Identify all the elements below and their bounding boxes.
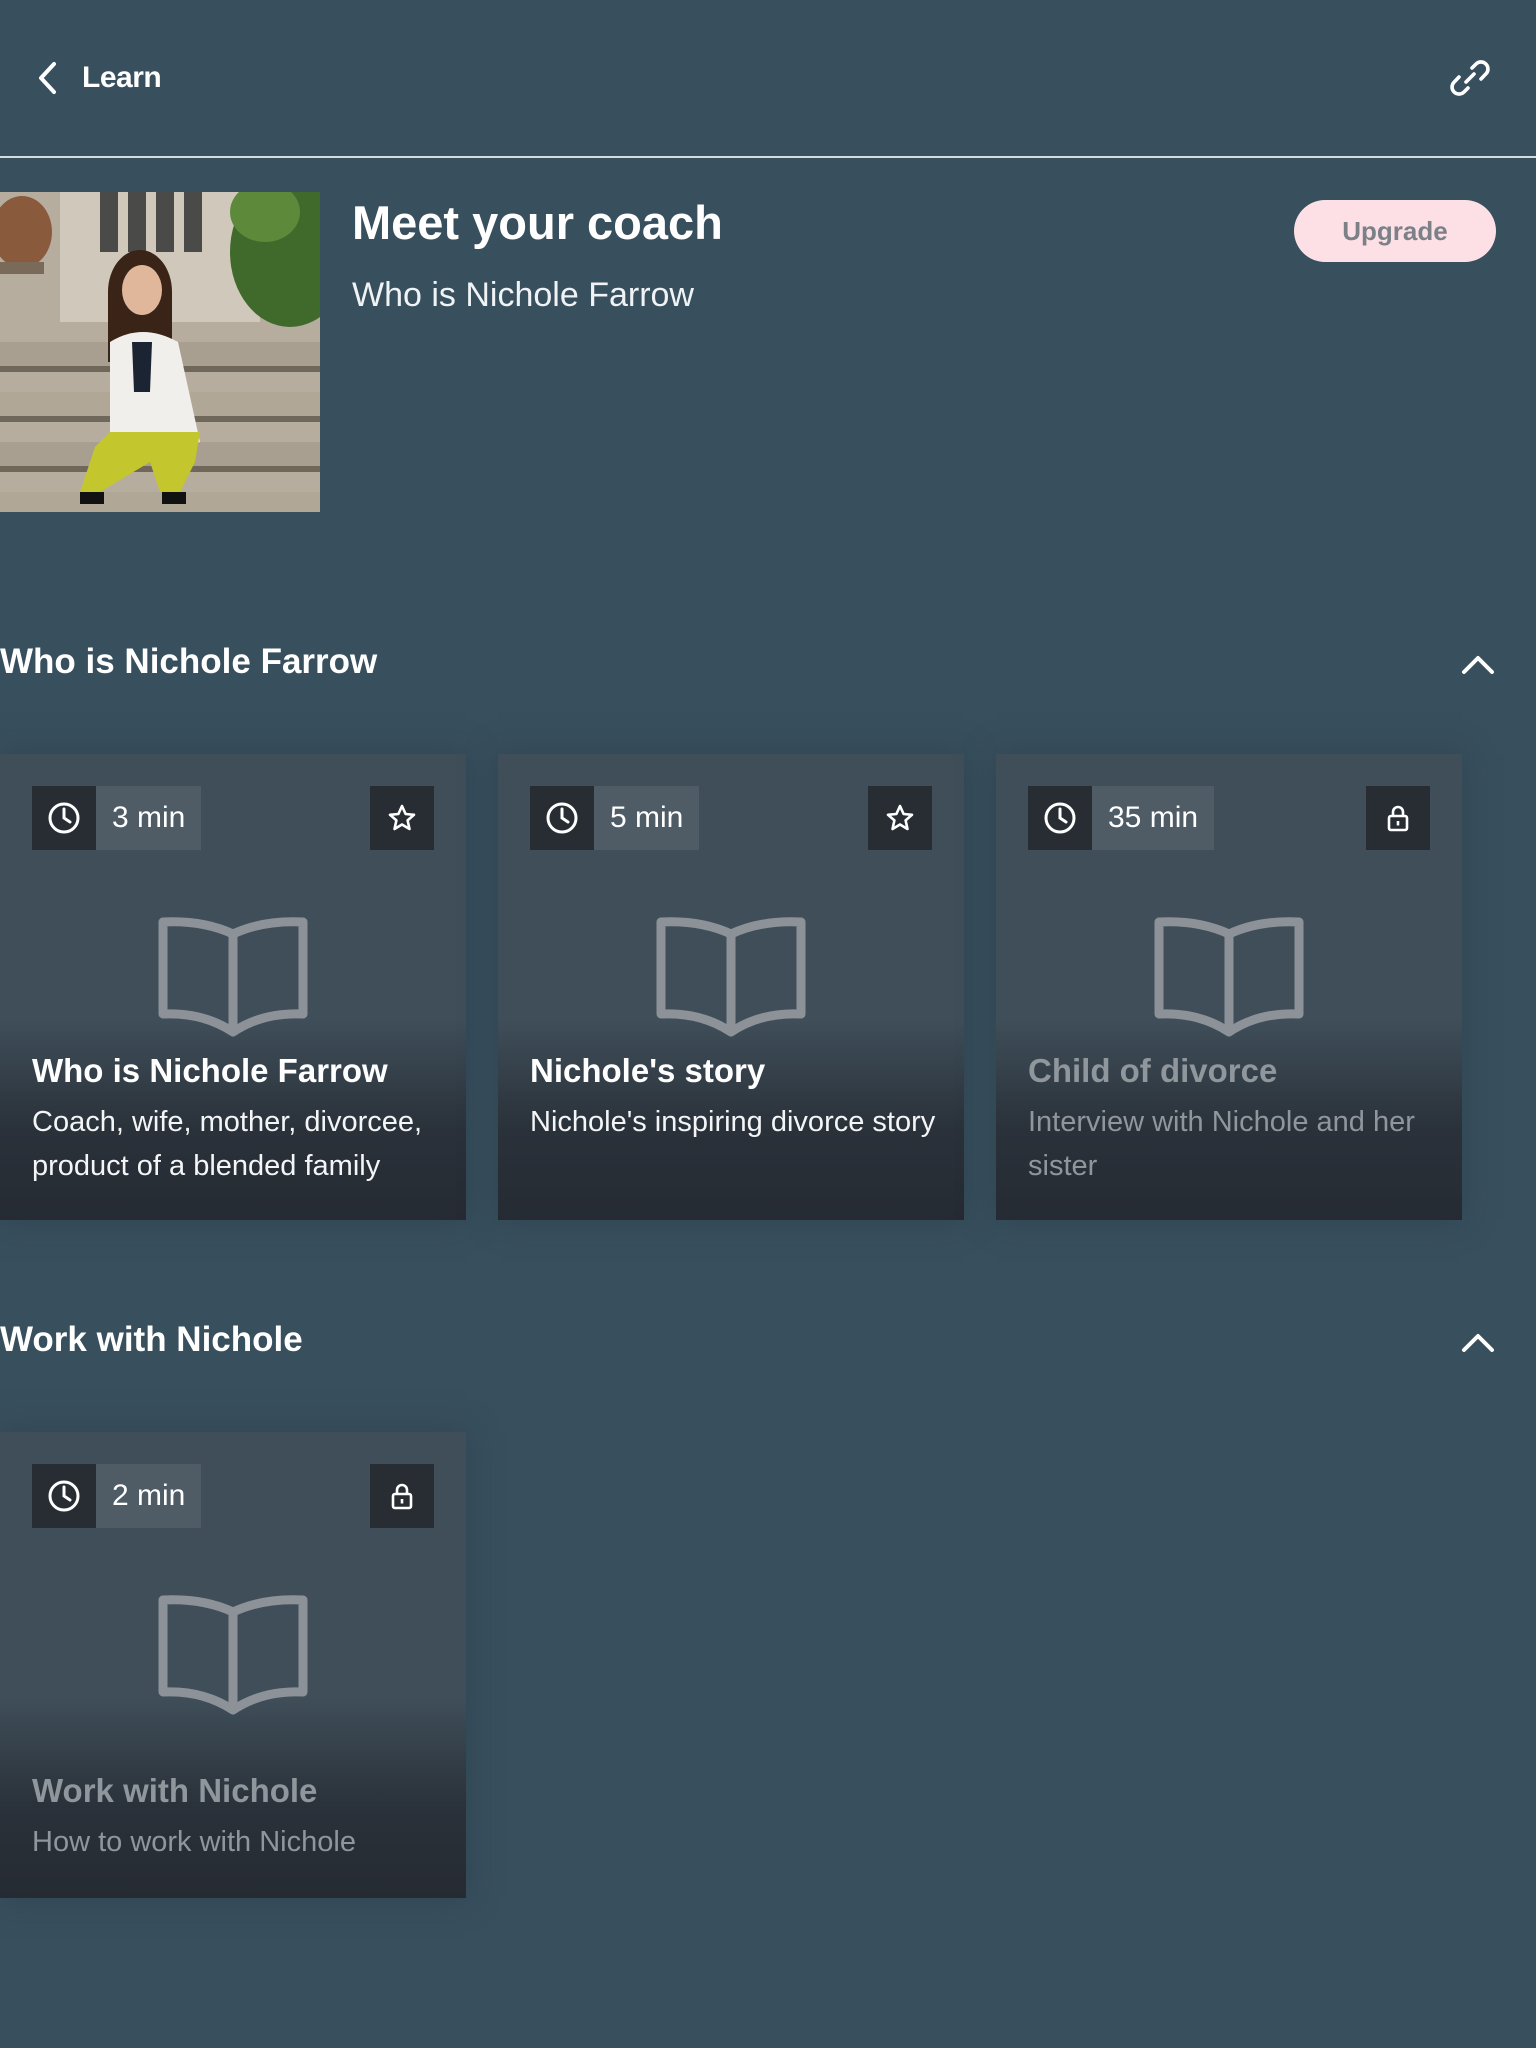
coach-photo <box>0 192 320 512</box>
section-title-who-is: Who is Nichole Farrow <box>0 642 378 681</box>
clock-icon <box>530 786 594 850</box>
upgrade-button[interactable]: Upgrade <box>1294 200 1496 262</box>
lock-icon <box>370 1464 434 1528</box>
top-bar: Learn <box>0 0 1536 158</box>
card-title: Work with Nichole <box>32 1772 318 1809</box>
chevron-up-icon[interactable] <box>1456 643 1500 687</box>
back-button[interactable]: Learn <box>32 56 162 100</box>
lesson-card[interactable]: 3 min Who is Nichole Farrow Coach, wife,… <box>0 754 466 1220</box>
lesson-card[interactable]: 35 min Child of divorce Interview with N… <box>996 754 1462 1220</box>
duration-label: 5 min <box>594 786 700 850</box>
card-description: How to work with Nichole <box>32 1826 356 1858</box>
card-description: Interview with Nichole and her sister <box>1028 1106 1415 1182</box>
section-title-work-with: Work with Nichole <box>0 1320 303 1359</box>
card-description: Coach, wife, mother, divorcee, product o… <box>32 1106 423 1182</box>
lesson-card[interactable]: 5 min Nichole's story Nichole's inspirin… <box>498 754 964 1220</box>
page-title: Meet your coach <box>352 196 723 249</box>
clock-icon <box>1028 786 1092 850</box>
page-subtitle: Who is Nichole Farrow <box>352 276 694 314</box>
lock-icon <box>1366 786 1430 850</box>
star-icon[interactable] <box>868 786 932 850</box>
card-title: Nichole's story <box>530 1052 766 1089</box>
card-title: Who is Nichole Farrow <box>32 1052 388 1089</box>
lesson-card[interactable]: 2 min Work with Nichole How to work with… <box>0 1432 466 1898</box>
book-icon <box>158 1595 308 1715</box>
duration-label: 3 min <box>96 786 202 850</box>
card-description: Nichole's inspiring divorce story <box>530 1106 936 1138</box>
clock-icon <box>32 786 96 850</box>
book-icon <box>656 917 806 1037</box>
chevron-up-icon[interactable] <box>1456 1321 1500 1365</box>
duration-label: 35 min <box>1092 786 1215 850</box>
back-label: Learn <box>82 61 162 94</box>
duration-label: 2 min <box>96 1464 202 1528</box>
star-icon[interactable] <box>370 786 434 850</box>
link-icon[interactable] <box>1446 54 1494 102</box>
clock-icon <box>32 1464 96 1528</box>
book-icon <box>1154 917 1304 1037</box>
card-title: Child of divorce <box>1028 1052 1278 1089</box>
chevron-left-icon <box>39 62 56 94</box>
book-icon <box>158 917 308 1037</box>
